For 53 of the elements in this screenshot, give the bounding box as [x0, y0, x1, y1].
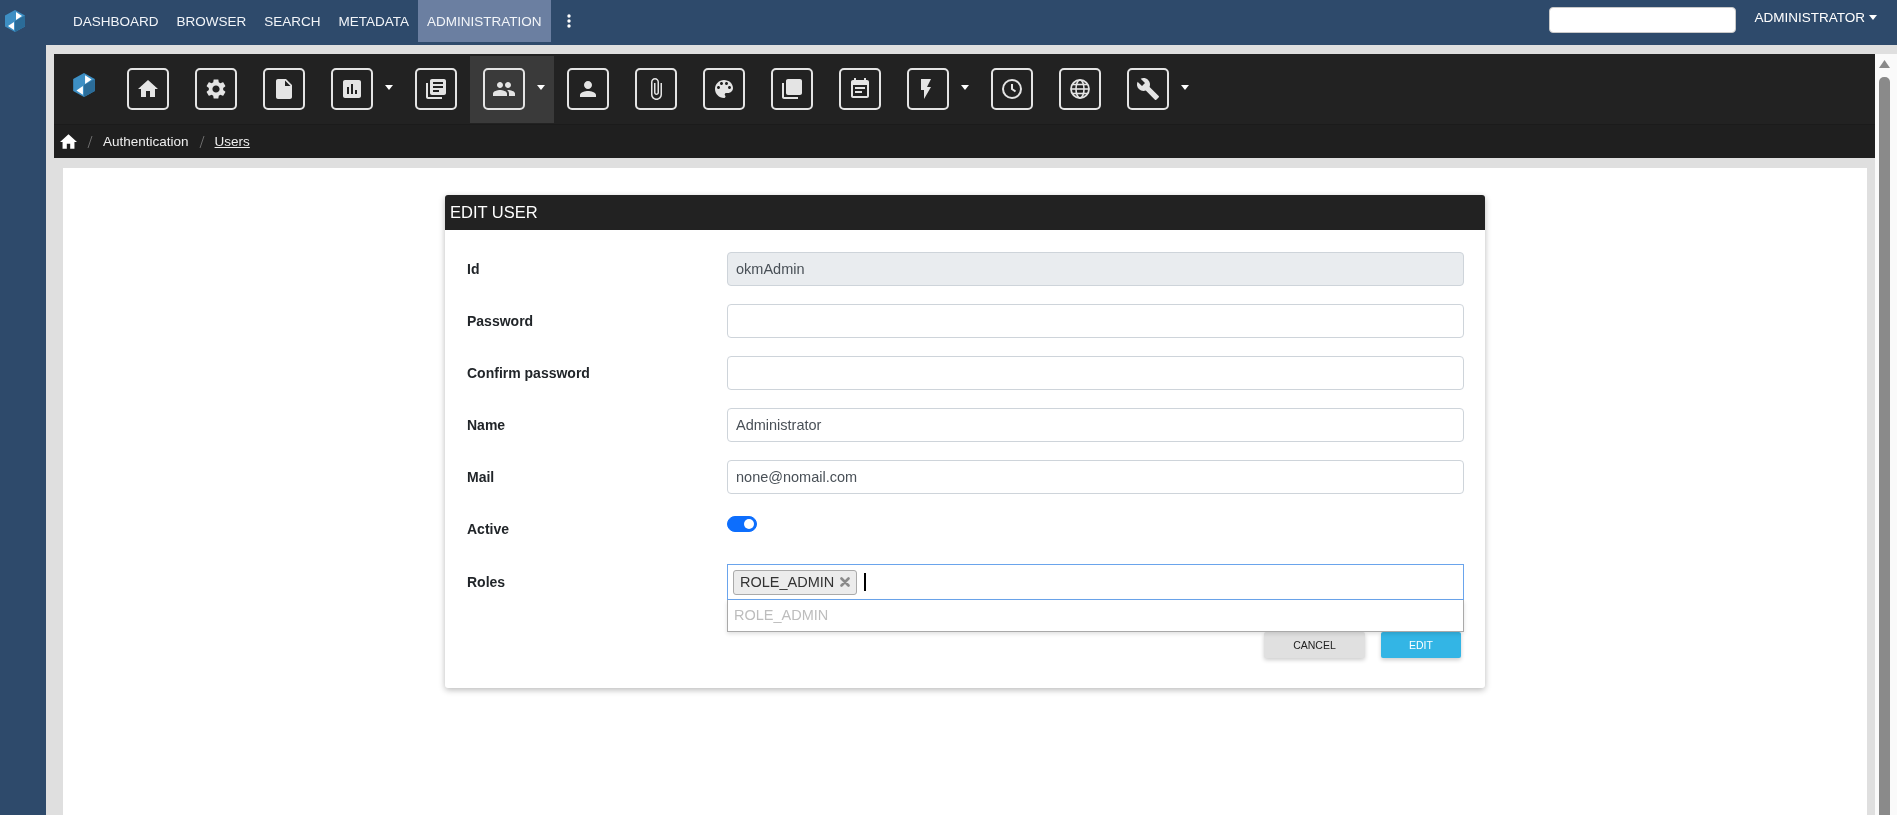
scrollbar[interactable]	[1875, 54, 1897, 815]
field-label: Confirm password	[467, 365, 591, 381]
vertical-dots-icon	[566, 14, 571, 28]
dialog-title: EDIT USER	[445, 195, 1485, 230]
field-label: Roles	[467, 574, 507, 590]
nav-link[interactable]: ADMINISTRATION	[418, 0, 551, 42]
logo-icon[interactable]	[71, 72, 97, 98]
toggle-switch[interactable]	[727, 516, 757, 532]
clock-icon	[991, 68, 1033, 110]
lightning-icon	[907, 68, 949, 110]
text-field[interactable]: none@nomail.com	[727, 460, 1464, 494]
remove-icon[interactable]	[840, 577, 851, 587]
breadcrumb-link[interactable]: Users	[214, 134, 250, 149]
scrollbar-thumb[interactable]	[1879, 77, 1890, 815]
text-field[interactable]: Administrator	[727, 408, 1464, 442]
wrench-icon	[1127, 68, 1169, 110]
field-label: Id	[467, 261, 481, 277]
stacked-pages-icon	[771, 68, 813, 110]
nav-link[interactable]: DASHBOARD	[64, 0, 168, 42]
roles-field[interactable]: ROLE_ADMIN	[727, 564, 1464, 600]
calendar-icon	[839, 68, 881, 110]
caret-icon	[1869, 14, 1877, 20]
bar-chart-icon	[331, 68, 373, 110]
users-icon	[483, 68, 525, 110]
nav-link[interactable]: METADATA	[329, 0, 419, 42]
home-icon	[127, 68, 169, 110]
home-icon[interactable]	[60, 134, 77, 149]
separator-icon	[87, 134, 93, 149]
text-field[interactable]	[727, 356, 1464, 390]
nav-link[interactable]: BROWSER	[167, 0, 256, 42]
field-label: Active	[467, 521, 511, 537]
text-field[interactable]	[727, 304, 1464, 338]
scroll-up-arrow-icon[interactable]	[1879, 60, 1890, 68]
separator-icon	[198, 134, 205, 149]
field-label: Name	[467, 417, 507, 433]
search-field[interactable]	[1549, 7, 1737, 33]
user-menu[interactable]: ADMINISTRATOR	[1754, 0, 1877, 34]
logo-icon[interactable]	[3, 9, 27, 33]
breadcrumb-item: Authentication	[103, 134, 189, 149]
settings-icon	[195, 68, 237, 110]
nav-link[interactable]: SEARCH	[255, 0, 330, 42]
documents-icon	[415, 68, 457, 110]
file-icon	[263, 68, 305, 110]
text-cursor	[864, 573, 867, 591]
palette-icon	[703, 68, 745, 110]
paperclip-icon	[635, 68, 677, 110]
globe-icon	[1059, 68, 1101, 110]
toolbar-button[interactable]	[470, 55, 554, 123]
field-label: Mail	[467, 469, 496, 485]
secondary-button[interactable]: CANCEL	[1264, 632, 1365, 658]
person-icon	[567, 68, 609, 110]
tag-label: ROLE_ADMIN	[740, 574, 835, 590]
field-label: Password	[467, 313, 535, 329]
